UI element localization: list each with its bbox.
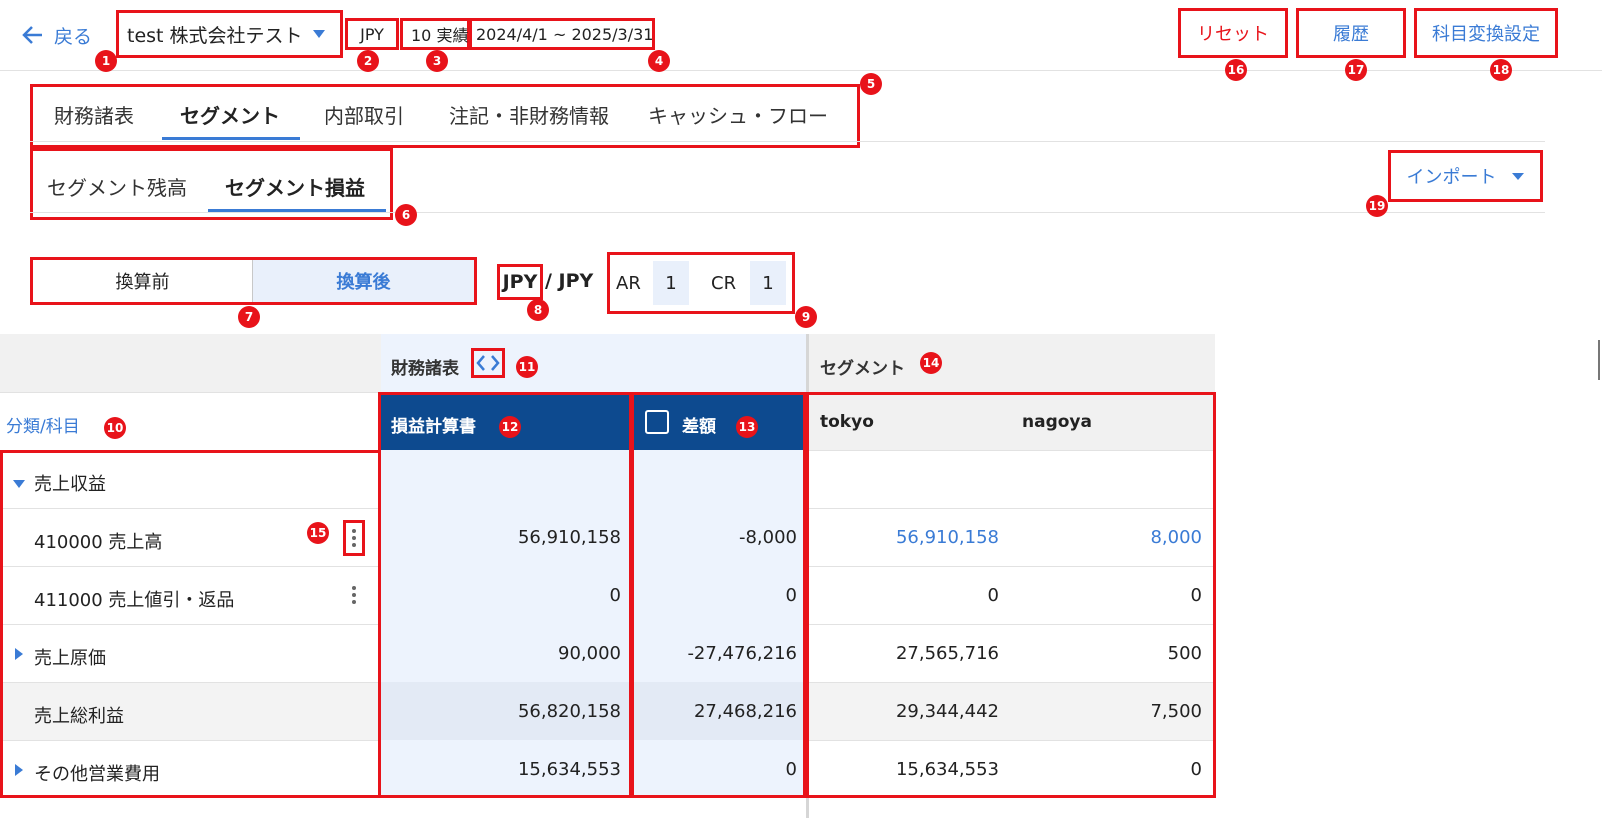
import-button[interactable]: インポート [1388, 150, 1543, 202]
back-button[interactable]: 戻る [20, 20, 92, 50]
segment-group-label: セグメント [820, 359, 905, 379]
tab-intercompany[interactable]: 内部取引 [324, 100, 404, 129]
mapping-settings-button[interactable]: 科目変換設定 [1414, 8, 1558, 58]
import-label: インポート [1406, 167, 1497, 188]
annotation-badge: 3 [426, 50, 448, 72]
cr-label: CR [711, 273, 737, 294]
annotation-badge: 14 [920, 352, 942, 374]
annotation-badge: 5 [860, 73, 882, 95]
scenario-label: 10 実績 [411, 26, 469, 45]
tab-segment[interactable]: セグメント [180, 100, 280, 129]
period-label: 2024/4/1 ~ 2025/3/31 [476, 24, 654, 44]
caret-down-icon [312, 30, 325, 38]
conversion-before-label: 換算前 [115, 272, 170, 293]
rate-currency-from: JPY [502, 271, 538, 293]
conversion-after-button[interactable]: 換算後 [253, 260, 474, 302]
company-name: test 株式会社テスト [127, 24, 303, 47]
annotation-badge: 8 [527, 299, 549, 321]
back-label: 戻る [54, 25, 93, 48]
annotation-badge: 2 [357, 50, 379, 72]
sub-tabs-divider [30, 212, 1545, 213]
annotation-badge: 15 [307, 522, 329, 544]
annotation-badge: 19 [1366, 195, 1388, 217]
ar-value-field[interactable]: 1 [653, 261, 689, 305]
conversion-toggle: 換算前 換算後 [30, 257, 477, 305]
scrollbar-marker[interactable] [1598, 340, 1600, 380]
company-select[interactable]: test 株式会社テスト [116, 10, 343, 58]
currency-box[interactable]: JPY [345, 18, 399, 50]
history-label: 履歴 [1333, 24, 1369, 45]
annotation-badge: 10 [104, 417, 126, 439]
reset-button[interactable]: リセット [1178, 8, 1288, 58]
annotation-badge: 16 [1225, 59, 1247, 81]
tab-financial-statements[interactable]: 財務諸表 [54, 100, 134, 129]
account-rows-highlight [0, 450, 381, 798]
rate-box: AR 1 CR 1 [607, 252, 795, 314]
annotation-badge: 12 [499, 416, 521, 438]
annotation-badge: 7 [238, 306, 260, 328]
cr-value: 1 [762, 272, 774, 294]
annotation-badge: 6 [395, 204, 417, 226]
tab-segment-pl[interactable]: セグメント損益 [225, 172, 365, 201]
fs-group-label: 財務諸表 [391, 359, 459, 379]
annotation-badge: 1 [95, 50, 117, 72]
pl-column-highlight [378, 392, 632, 798]
segment-columns-highlight [806, 392, 1216, 798]
rate-currency-to: / JPY [545, 270, 594, 292]
reset-label: リセット [1197, 24, 1269, 45]
table: 財務諸表 セグメント 分類/科目 損益計算書 差額 tokyo nagoya 売… [0, 334, 1216, 818]
mapping-settings-label: 科目変換設定 [1432, 24, 1540, 45]
currency-label: JPY [360, 24, 384, 44]
diff-column-highlight [631, 392, 806, 798]
arrow-left-icon [22, 26, 42, 44]
expand-collapse-toggle[interactable] [471, 348, 505, 378]
annotation-badge: 11 [516, 356, 538, 378]
account-column-header[interactable]: 分類/科目 [6, 412, 80, 437]
conversion-before-button[interactable]: 換算前 [33, 260, 253, 302]
code-brackets-icon [476, 355, 500, 371]
history-button[interactable]: 履歴 [1296, 8, 1406, 58]
annotation-badge: 18 [1490, 59, 1512, 81]
main-tabs-divider [30, 141, 1545, 142]
cr-value-field[interactable]: 1 [750, 261, 786, 305]
rate-currency-box: JPY [497, 264, 543, 300]
tab-segment-underline [162, 137, 300, 140]
annotation-badge: 4 [648, 50, 670, 72]
scenario-box[interactable]: 10 実績 [400, 18, 470, 50]
period-box[interactable]: 2024/4/1 ~ 2025/3/31 [469, 18, 655, 50]
tab-segment-balance[interactable]: セグメント残高 [47, 172, 187, 201]
tab-notes[interactable]: 注記・非財務情報 [449, 100, 609, 129]
caret-down-icon [1511, 172, 1524, 180]
tab-cash-flow[interactable]: キャッシュ・フロー [648, 100, 828, 129]
annotation-badge: 9 [795, 306, 817, 328]
conversion-after-label: 換算後 [336, 272, 391, 293]
annotation-badge: 17 [1345, 59, 1367, 81]
annotation-badge: 13 [736, 416, 758, 438]
ar-label: AR [616, 273, 641, 294]
ar-value: 1 [665, 272, 677, 294]
